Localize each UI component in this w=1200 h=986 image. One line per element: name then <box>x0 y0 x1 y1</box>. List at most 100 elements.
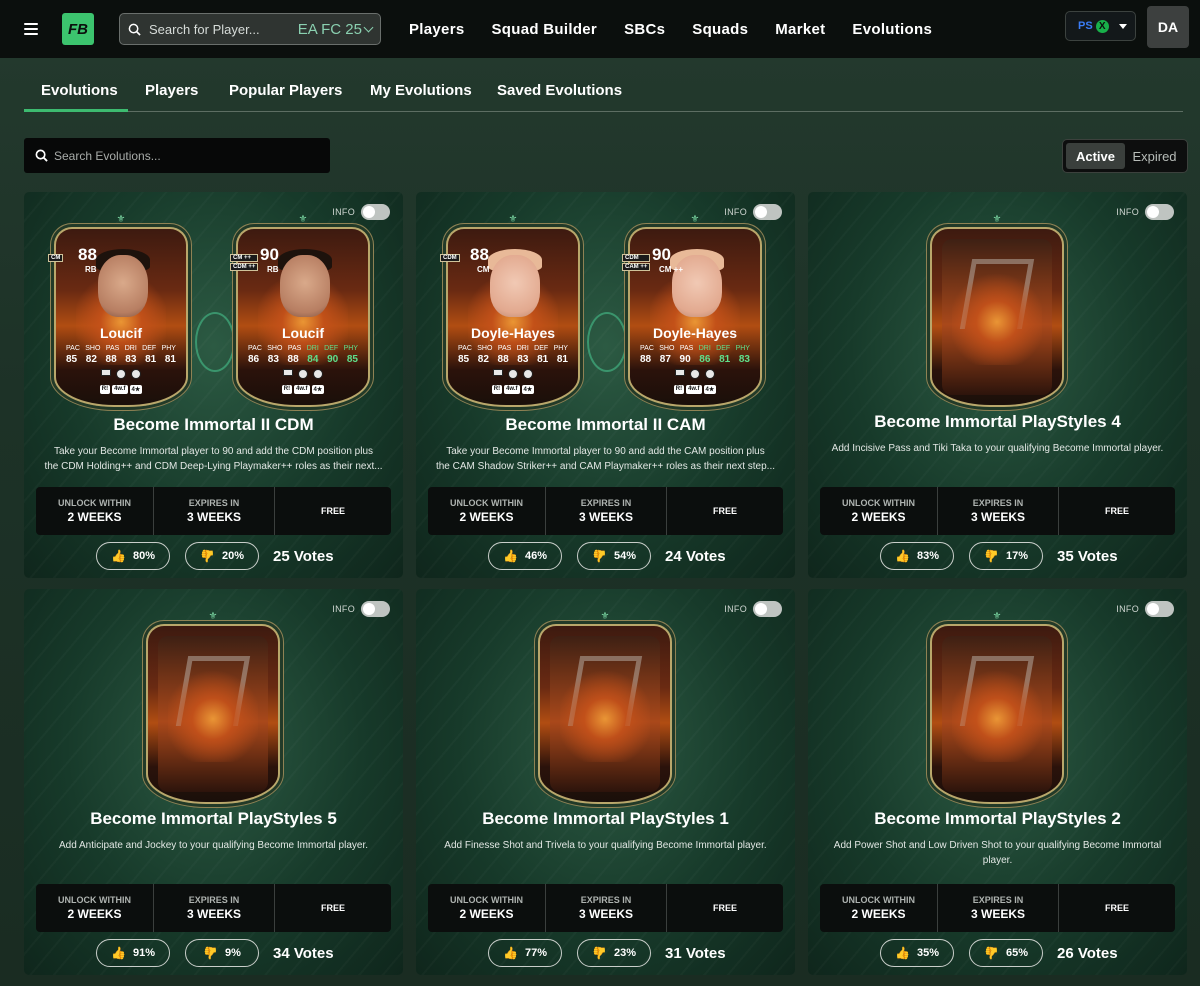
evolution-title: Become Immortal PlayStyles 1 <box>482 809 729 828</box>
expires-in: EXPIRES IN 3 WEEKS <box>937 884 1059 932</box>
upvote-button[interactable]: 👍 91% <box>96 939 170 967</box>
card-traits: R! 4w.f 4★ <box>56 385 186 394</box>
vote-row: 👍 83% 👍 17% 35 Votes <box>880 542 1118 570</box>
nav-evolutions[interactable]: Evolutions <box>852 21 932 38</box>
expires-in-value: 3 WEEKS <box>578 907 633 921</box>
vote-row: 👍 77% 👍 23% 31 Votes <box>488 939 726 967</box>
unlock-within-value: 2 WEEKS <box>851 510 906 524</box>
stat-value: 81 <box>145 354 157 365</box>
expires-in-label: EXPIRES IN <box>972 895 1024 905</box>
evolution-card[interactable]: INFO ⚜ 88 CM CDM Doyle-Hayes PAC SHO PAS DRI DEF PH… <box>416 192 795 578</box>
league-badge-icon <box>298 369 308 379</box>
nav-sbcs[interactable]: SBCs <box>624 21 665 38</box>
tab-saved-evolutions[interactable]: Saved Evolutions <box>497 82 622 99</box>
nav-players[interactable]: Players <box>409 21 464 38</box>
upvote-button[interactable]: 👍 80% <box>96 542 170 570</box>
evolution-description: Take your Become Immortal player to 90 a… <box>53 446 374 457</box>
stat-value: 90 <box>679 354 691 365</box>
unlock-within-label: UNLOCK WITHIN <box>58 498 131 508</box>
stat-label: PAC <box>248 345 262 352</box>
player-search-input[interactable]: Search for Player... EA FC 25 <box>119 13 381 45</box>
player-card[interactable]: ⚜ 88 CM CDM Doyle-Hayes PAC SHO PAS DRI DEF PHY 85 8… <box>440 214 580 407</box>
tab-my-evolutions[interactable]: My Evolutions <box>370 82 472 99</box>
upvote-button[interactable]: 👍 83% <box>880 542 954 570</box>
info-switch[interactable] <box>361 204 390 220</box>
trait-tag: R! <box>673 385 685 394</box>
upvote-button[interactable]: 👍 77% <box>488 939 562 967</box>
evolution-title: Become Immortal PlayStyles 4 <box>874 412 1121 431</box>
vote-count: 31 Votes <box>665 944 726 962</box>
upvote-percent: 35% <box>916 947 939 959</box>
club-badge-icon <box>705 369 715 379</box>
player-card[interactable]: ⚜ 90 RB CM ++ CDM ++ Loucif PAC SHO PAS DRI DEF PHY… <box>230 214 370 407</box>
club-badge-icon <box>131 369 141 379</box>
expires-in-label: EXPIRES IN <box>972 498 1024 508</box>
upvote-button[interactable]: 👍 46% <box>488 542 562 570</box>
downvote-button[interactable]: 👍 20% <box>185 542 259 570</box>
tab-popular-players[interactable]: Popular Players <box>229 82 342 99</box>
evolution-card[interactable]: INFO ⚜ 88 RB CM Loucif PAC SHO PAS DRI DEF PHY 85 82 8… <box>24 192 403 578</box>
alt-positions: CDM <box>440 254 460 262</box>
stat-value: 85 <box>346 354 358 365</box>
stat-label: DEF <box>716 345 731 352</box>
downvote-button[interactable]: 👍 23% <box>577 939 651 967</box>
platform-selector[interactable]: PS X <box>1065 11 1136 41</box>
fire-glow-art <box>168 666 258 762</box>
game-version-select[interactable]: EA FC 25 <box>298 21 362 38</box>
nav-squads[interactable]: Squads <box>692 21 748 38</box>
stat-label: SHO <box>659 345 675 352</box>
player-card[interactable]: ⚜ 88 RB CM Loucif PAC SHO PAS DRI DEF PHY 85 82 88 83 8… <box>48 214 188 407</box>
info-switch[interactable] <box>753 204 782 220</box>
info-toggle: INFO <box>332 204 390 220</box>
info-switch[interactable] <box>361 601 390 617</box>
player-card[interactable]: ⚜ 90 CM ++ CDM CAM ++ Doyle-Hayes PAC SHO PAS DRI… <box>622 214 762 407</box>
stat-values: 88 87 90 86 81 83 <box>640 354 750 365</box>
stat-label: PHY <box>161 345 176 352</box>
tab-evolutions[interactable]: Evolutions <box>41 82 118 99</box>
downvote-button[interactable]: 👍 17% <box>969 542 1043 570</box>
alt-position-badge: CDM <box>440 254 460 262</box>
evolution-card[interactable]: INFO ⚜ Become Immortal PlayStyles 5 Add Ant… <box>24 589 403 975</box>
user-avatar[interactable]: DA <box>1147 6 1189 48</box>
info-toggle: INFO <box>332 601 390 617</box>
vote-row: 👍 91% 👍 9% 34 Votes <box>96 939 334 967</box>
evolution-search-input[interactable]: Search Evolutions... <box>24 138 330 173</box>
info-label: INFO <box>332 604 355 614</box>
info-switch[interactable] <box>1145 601 1174 617</box>
stat-label: PHY <box>343 345 358 352</box>
downvote-button[interactable]: 👍 9% <box>185 939 259 967</box>
info-switch[interactable] <box>1145 204 1174 220</box>
filter-active-button[interactable]: Active <box>1066 143 1125 169</box>
stat-label: DEF <box>324 345 339 352</box>
chevron-down-icon[interactable] <box>363 22 374 33</box>
evolution-card[interactable]: INFO ⚜ Become Immortal PlayStyles 2 Add Pow… <box>808 589 1187 975</box>
stat-values: 85 82 88 83 81 81 <box>66 354 176 365</box>
evolution-arrow-icon <box>587 312 627 372</box>
downvote-button[interactable]: 👍 54% <box>577 542 651 570</box>
alt-positions: CM <box>48 254 64 262</box>
tab-players[interactable]: Players <box>145 82 198 99</box>
unlock-within: UNLOCK WITHIN 2 WEEKS <box>820 487 937 535</box>
xbox-icon: X <box>1095 19 1109 33</box>
alt-position-badge: CM ++ <box>230 254 259 262</box>
player-name: Doyle-Hayes <box>652 325 738 341</box>
downvote-percent: 65% <box>1005 947 1028 959</box>
evolution-card[interactable]: INFO ⚜ Become Immortal PlayStyles 1 Add Fin… <box>416 589 795 975</box>
info-switch[interactable] <box>753 601 782 617</box>
stat-label: DRI <box>306 345 319 352</box>
evolution-title: Become Immortal II CAM <box>505 415 706 434</box>
nation-flag-icon <box>283 369 293 376</box>
futbin-logo[interactable]: FB <box>62 13 94 45</box>
nav-market[interactable]: Market <box>775 21 825 38</box>
cost: FREE <box>275 884 391 932</box>
nav-squad-builder[interactable]: Squad Builder <box>491 21 597 38</box>
stat-value: 81 <box>164 354 176 365</box>
alt-position-badge: CDM ++ <box>230 263 259 271</box>
filter-expired-button[interactable]: Expired <box>1125 143 1184 169</box>
stat-label: PAS <box>105 345 120 352</box>
upvote-button[interactable]: 👍 35% <box>880 939 954 967</box>
hamburger-menu-icon[interactable] <box>24 23 38 35</box>
stat-values: 85 82 88 83 81 81 <box>458 354 568 365</box>
evolution-card[interactable]: INFO ⚜ Become Immortal PlayStyles 4 Add Inc… <box>808 192 1187 578</box>
downvote-button[interactable]: 👍 65% <box>969 939 1043 967</box>
